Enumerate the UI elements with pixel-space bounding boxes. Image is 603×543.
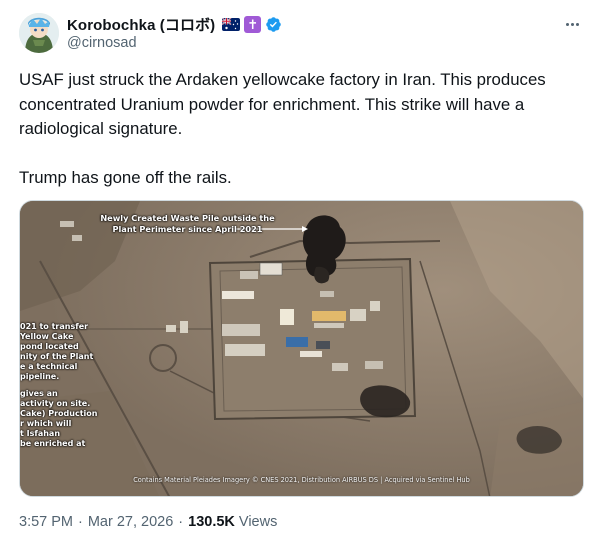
- tweet-time[interactable]: 3:57 PM: [19, 514, 73, 530]
- tweet-meta: 3:57 PM · Mar 27, 2026 · 130.5K Views: [19, 514, 277, 530]
- image-credit: Contains Material Pleiades Imagery © CNE…: [133, 476, 470, 484]
- tweet-paragraph-2: Trump has gone off the rails.: [19, 167, 232, 187]
- views-count[interactable]: 130.5K: [188, 514, 235, 530]
- satellite-image: [20, 201, 583, 496]
- separator: ·: [178, 514, 184, 530]
- image-annotation: Newly Created Waste Pile outside the Pla…: [100, 213, 275, 234]
- tweet-media-image[interactable]: Newly Created Waste Pile outside the Pla…: [19, 200, 584, 497]
- image-left-note: 021 to transfer Yellow Cake pond located…: [20, 322, 98, 448]
- australia-flag-icon: [222, 18, 241, 31]
- verified-badge-icon[interactable]: [265, 16, 282, 33]
- avatar[interactable]: [19, 13, 59, 53]
- author-handle[interactable]: @cirnosad: [67, 35, 137, 51]
- tweet-text: USAF just struck the Ardaken yellowcake …: [19, 68, 585, 190]
- views-label: Views: [238, 514, 278, 530]
- tweet-paragraph-1: USAF just struck the Ardaken yellowcake …: [19, 70, 546, 138]
- more-options-icon[interactable]: [561, 16, 583, 32]
- tweet-card: Korobochka (コロボ) ✝ @cirnosad USAF just s…: [0, 0, 603, 543]
- author-name-row[interactable]: Korobochka (コロボ) ✝: [67, 14, 282, 35]
- separator: ·: [78, 514, 83, 530]
- display-name[interactable]: Korobochka (コロボ): [67, 14, 215, 35]
- cross-badge-icon: ✝: [244, 16, 262, 33]
- tweet-date[interactable]: Mar 27, 2026: [88, 514, 173, 530]
